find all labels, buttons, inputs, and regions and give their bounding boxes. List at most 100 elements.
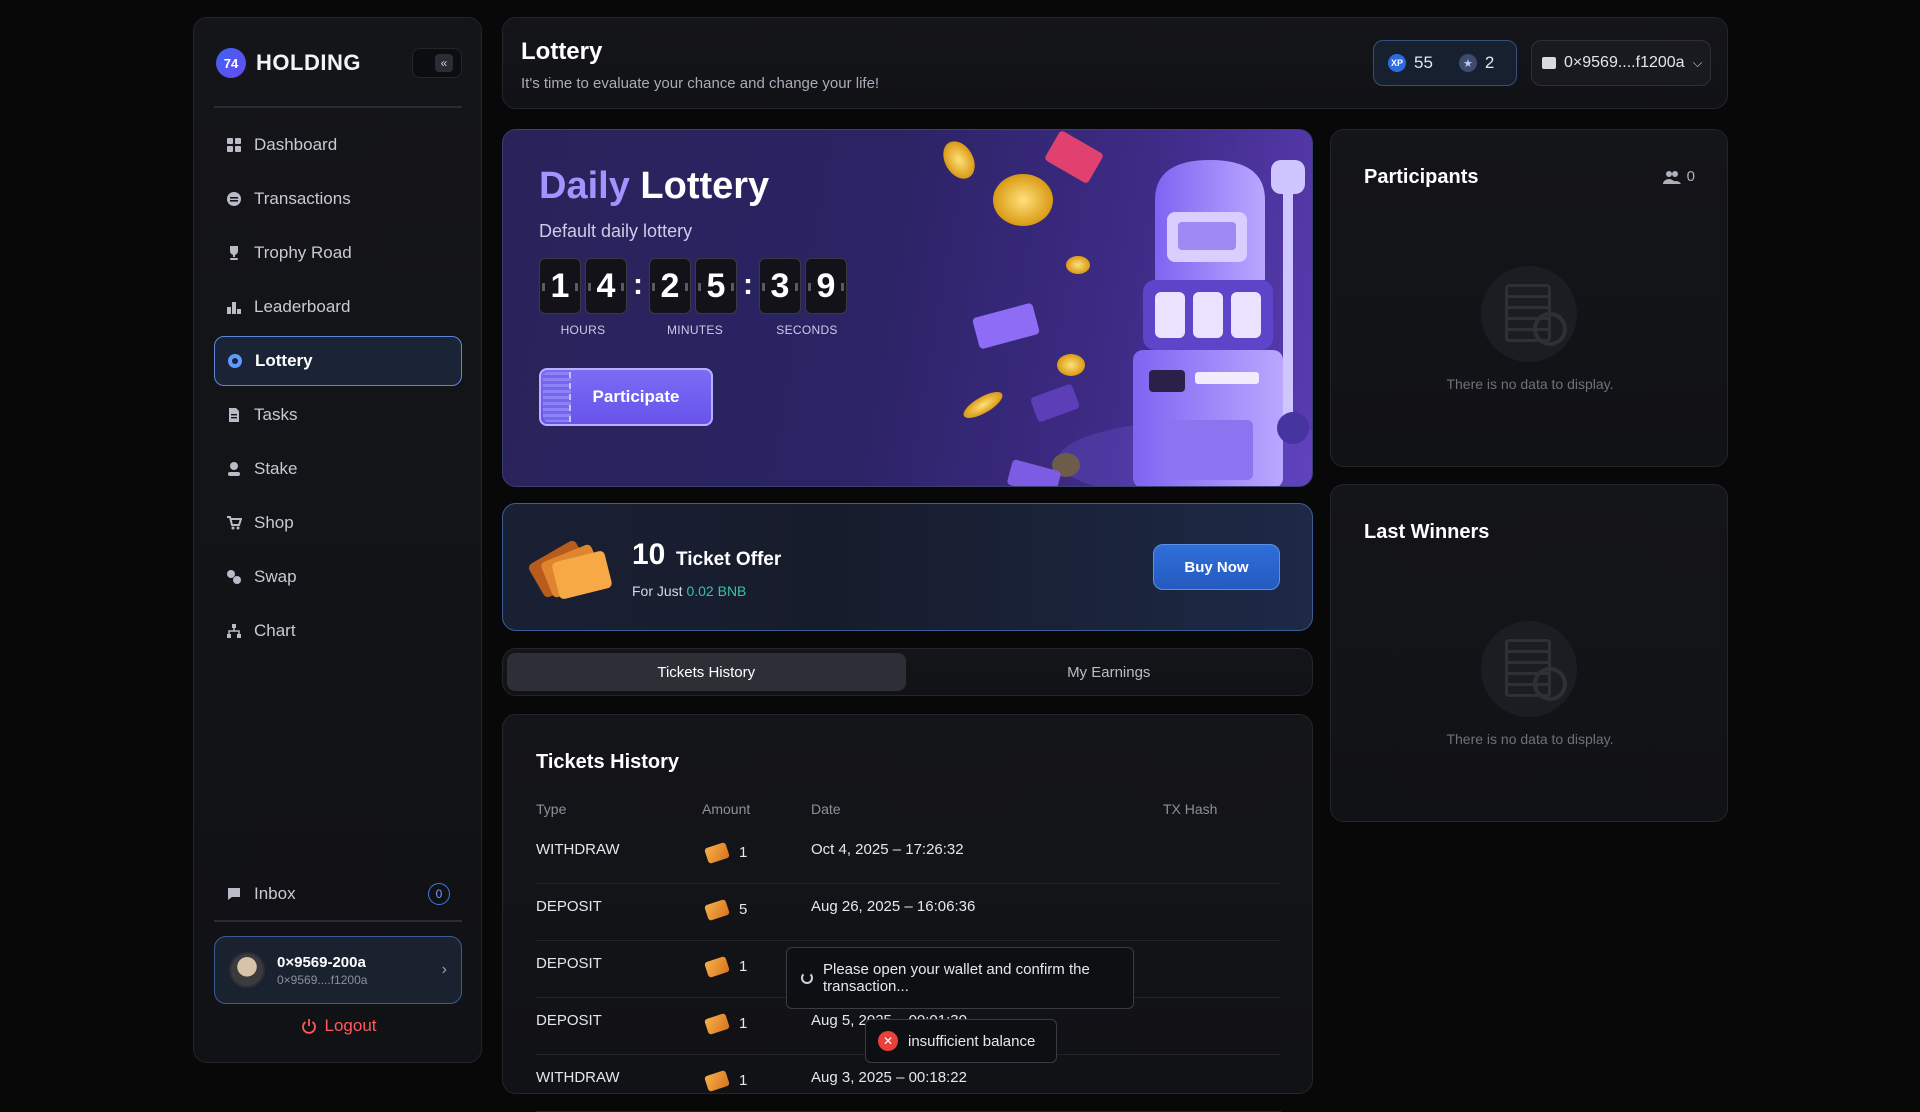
chevron-down-icon: ⌵ (1692, 55, 1703, 70)
empty-state-icon (1481, 621, 1577, 717)
offer-price: 0.02 BNB (686, 583, 747, 599)
stars-value: 2 (1484, 53, 1495, 72)
sidebar-item-label: Stake (254, 459, 298, 478)
brand-logo[interactable]: 74 HOLDING (216, 48, 361, 78)
empty-state-icon (1481, 266, 1577, 362)
users-icon (1662, 170, 1681, 184)
ticket-icon (704, 1069, 730, 1093)
hours-label: HOURS (560, 323, 606, 337)
lottery-subtitle: Default daily lottery (539, 221, 693, 241)
sidebar-item-transactions[interactable]: Transactions (214, 174, 462, 224)
brand-mark-icon: 74 (216, 48, 246, 78)
history-tabs: Tickets History My Earnings (502, 648, 1313, 696)
timer-digit: 9 (805, 258, 847, 314)
timer-labels: HOURS MINUTES SECONDS (539, 323, 851, 337)
sidebar-item-stake[interactable]: Stake (214, 444, 462, 494)
tickets-history-title: Tickets History (536, 751, 680, 773)
sidebar-item-label: Tasks (254, 405, 298, 424)
tickets-icon (528, 540, 612, 599)
tab-my-earnings[interactable]: My Earnings (910, 653, 1309, 691)
column-header: Amount (702, 801, 751, 817)
sidebar-divider (214, 920, 462, 922)
daily-lottery-banner: Daily Lottery Default daily lottery 1 4 … (502, 129, 1313, 487)
xp-icon: XP (1388, 54, 1406, 72)
toast-message: Please open your wallet and confirm the … (823, 961, 1090, 995)
chevron-right-icon: › (441, 961, 447, 978)
countdown-timer: 1 4 : 2 5 : 3 9 (539, 258, 847, 314)
last-winners-title: Last Winners (1364, 521, 1490, 543)
wallet-confirm-toast: Please open your wallet and confirm the … (786, 947, 1134, 1009)
cart-icon (227, 516, 242, 530)
row-amount: 5 (739, 901, 748, 918)
sidebar-item-trophy-road[interactable]: Trophy Road (214, 228, 462, 278)
last-winners-panel: Last Winners There is no data to display… (1330, 484, 1728, 822)
tab-tickets-history[interactable]: Tickets History (507, 653, 906, 691)
double-chevron-left-icon: « (435, 54, 453, 72)
offer-price-line: For Just 0.02 BNB (632, 583, 746, 599)
sidebar-item-label: Chart (254, 621, 296, 640)
points-balance[interactable]: XP 55 ★ 2 (1373, 40, 1517, 86)
lottery-title-main: Lottery (640, 165, 770, 207)
participants-panel: Participants 0 There is no data to displ… (1330, 129, 1728, 467)
row-date: Aug 26, 2025 – 16:06:36 (811, 898, 976, 915)
trophy-icon (230, 246, 238, 260)
wallet-address: 0×9569....f1200a (1564, 54, 1685, 71)
participants-title: Participants (1364, 166, 1479, 188)
sidebar-item-lottery[interactable]: Lottery (214, 336, 462, 386)
ticket-icon (704, 955, 730, 979)
row-amount: 1 (739, 1072, 748, 1089)
participants-count: 0 (1662, 168, 1695, 185)
document-icon (229, 408, 239, 422)
ticket-icon (704, 1012, 730, 1036)
collapse-sidebar-button[interactable]: « (412, 48, 462, 78)
sidebar-item-label: Trophy Road (254, 243, 352, 262)
participants-count-value: 0 (1686, 168, 1695, 185)
sidebar-item-shop[interactable]: Shop (214, 498, 462, 548)
row-type: DEPOSIT (536, 955, 602, 972)
participate-button[interactable]: Participate (539, 368, 713, 426)
coin-icon (227, 192, 241, 206)
column-header: Type (536, 801, 567, 817)
avatar (229, 952, 265, 988)
sidebar-item-inbox[interactable]: Inbox 0 (214, 872, 462, 916)
offer-price-prefix: For Just (632, 583, 683, 599)
ticket-icon (704, 898, 730, 922)
lottery-icon (228, 354, 242, 368)
seconds-label: SECONDS (776, 323, 838, 337)
wallet-dropdown[interactable]: 0×9569....f1200a ⌵ (1531, 40, 1711, 86)
buy-now-button[interactable]: Buy Now (1153, 544, 1280, 590)
timer-digit: 3 (759, 258, 801, 314)
slot-machine-illustration (943, 131, 1312, 486)
logout-label: Logout (324, 1016, 377, 1035)
row-date: Aug 3, 2025 – 00:18:22 (811, 1069, 967, 1086)
lottery-title-accent: Daily (539, 165, 630, 207)
table-row: WITHDRAW 1 Oct 4, 2025 – 17:26:32 (536, 827, 1281, 884)
sidebar-item-label: Lottery (255, 351, 313, 370)
minutes-label: MINUTES (666, 323, 724, 337)
stake-icon (228, 462, 240, 476)
row-type: DEPOSIT (536, 1012, 602, 1029)
error-icon: ✕ (878, 1031, 898, 1051)
sidebar-item-tasks[interactable]: Tasks (214, 390, 462, 440)
page-title: Lottery (521, 38, 603, 65)
loading-spinner-icon (801, 972, 813, 984)
timer-separator: : (633, 268, 643, 301)
user-profile-card[interactable]: 0×9569-200a 0×9569....f1200a › (214, 936, 462, 1004)
page-header: Lottery It's time to evaluate your chanc… (502, 17, 1728, 109)
sidebar-item-dashboard[interactable]: Dashboard (214, 120, 462, 170)
sidebar-divider (214, 106, 462, 108)
logout-button[interactable]: Logout (194, 1016, 483, 1036)
xp-value: 55 (1414, 53, 1433, 72)
sidebar-item-swap[interactable]: Swap (214, 552, 462, 602)
inbox-label: Inbox (254, 884, 296, 903)
timer-separator: : (743, 268, 753, 301)
empty-state-text: There is no data to display. (1446, 731, 1614, 747)
ticket-offer-banner: 10 Ticket Offer For Just 0.02 BNB Buy No… (502, 503, 1313, 631)
sidebar-item-chart[interactable]: Chart (214, 606, 462, 656)
sidebar-nav: Dashboard Transactions Trophy Road Leade… (214, 120, 462, 660)
row-type: DEPOSIT (536, 898, 602, 915)
toast-message: insufficient balance (908, 1032, 1036, 1050)
star-icon: ★ (1458, 54, 1477, 72)
sidebar-item-leaderboard[interactable]: Leaderboard (214, 282, 462, 332)
sidebar-item-label: Swap (254, 567, 297, 586)
